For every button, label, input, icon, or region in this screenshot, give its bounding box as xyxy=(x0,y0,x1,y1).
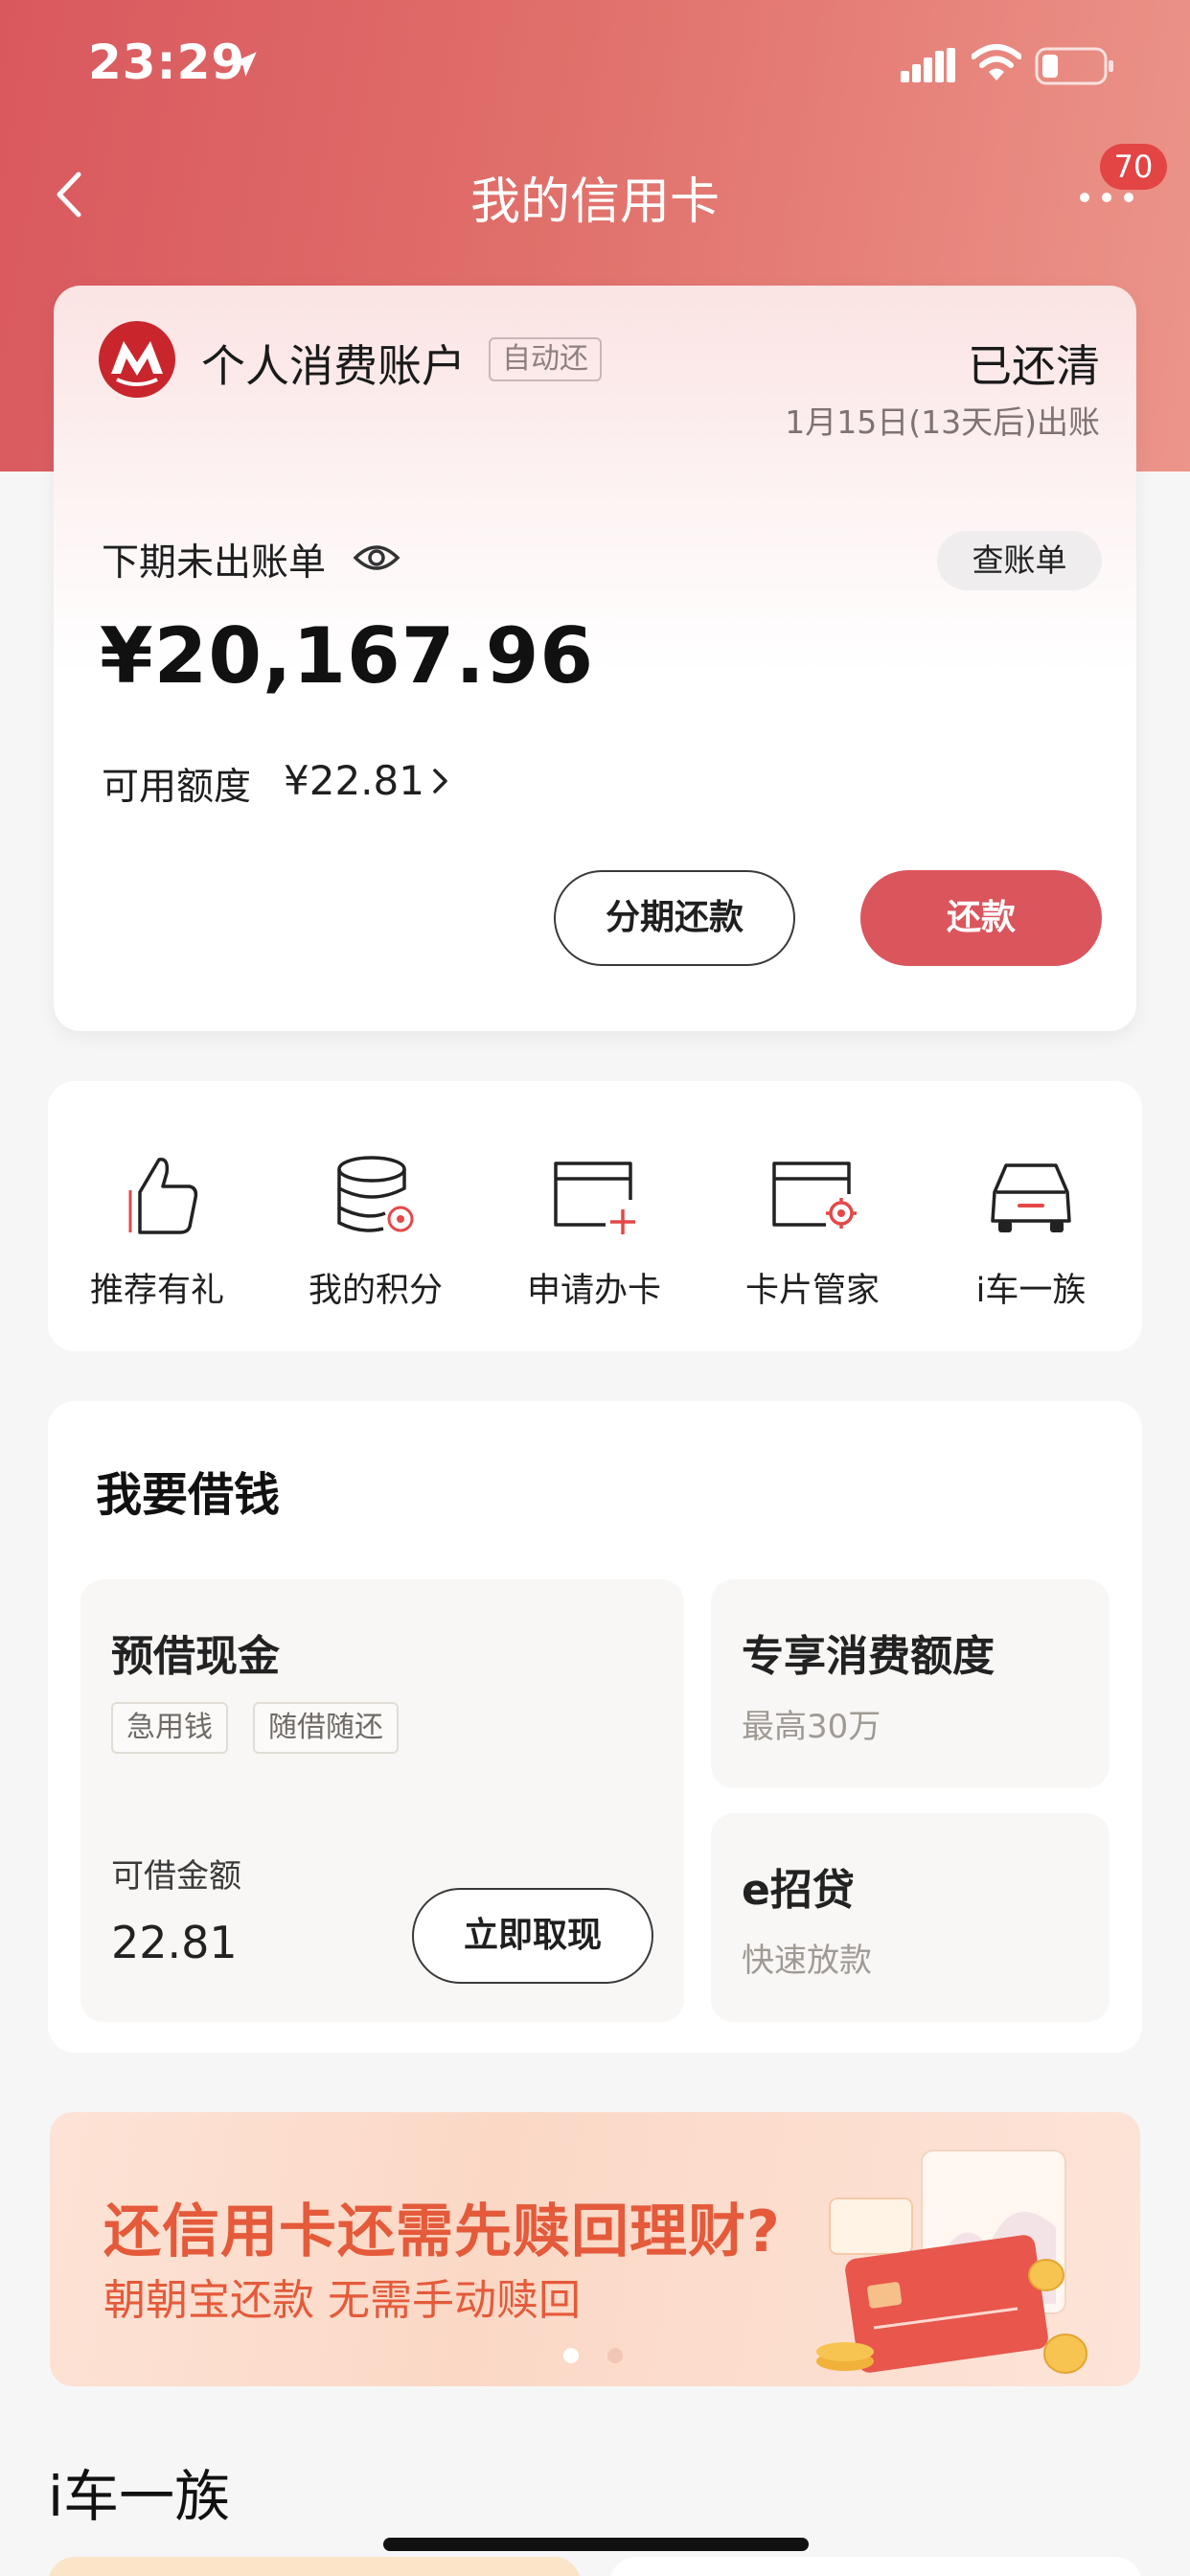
wifi-icon xyxy=(972,44,1021,80)
available-credit-value[interactable]: ¥22.81 xyxy=(284,757,424,804)
view-bill-button[interactable]: 查账单 xyxy=(937,531,1102,590)
chevron-right-icon[interactable] xyxy=(429,765,452,797)
section-title: 我要借钱 xyxy=(96,1468,281,1522)
tag-urgent: 急用钱 xyxy=(111,1702,228,1754)
location-arrow-icon xyxy=(232,52,257,77)
withdraw-now-button[interactable]: 立即取现 xyxy=(412,1888,653,1984)
coins-stack-icon xyxy=(337,1156,414,1232)
page-title: 我的信用卡 xyxy=(469,173,720,231)
borrowable-amount-label: 可借金额 xyxy=(111,1857,241,1896)
car-club-section-title: i车一族 xyxy=(48,2464,231,2529)
quick-entry-apply-card[interactable]: 申请办卡 xyxy=(485,1081,703,1351)
thumbs-up-icon xyxy=(128,1158,198,1234)
car-icon xyxy=(991,1163,1071,1232)
status-bar: 23:29 xyxy=(0,0,1190,134)
borrowable-amount-value: 22.81 xyxy=(111,1917,238,1968)
quick-entry-referral[interactable]: 推荐有礼 xyxy=(48,1081,266,1351)
banner-subtitle: 朝朝宝还款 无需手动赎回 xyxy=(103,2276,581,2325)
quick-entry-points[interactable]: 我的积分 xyxy=(266,1081,485,1351)
quick-entry-grid: 推荐有礼 我的积分 申请办卡 卡片管家 i车一族 xyxy=(48,1081,1142,1351)
available-credit-label: 可用额度 xyxy=(102,766,252,809)
car-club-card[interactable] xyxy=(48,2557,581,2576)
cash-advance-title: 预借现金 xyxy=(111,1632,280,1681)
quick-entry-card-manager[interactable]: 卡片管家 xyxy=(703,1081,922,1351)
consumption-credit-subtitle: 最高30万 xyxy=(742,1708,881,1746)
e-loan-panel[interactable]: e招贷 快速放款 xyxy=(711,1813,1110,2022)
quick-entry-label: 卡片管家 xyxy=(744,1272,880,1310)
quick-entry-label: 申请办卡 xyxy=(526,1272,661,1310)
credit-card-illustration xyxy=(816,2150,1087,2374)
unbilled-label: 下期未出账单 xyxy=(102,541,327,585)
quick-entry-car-club[interactable]: i车一族 xyxy=(922,1081,1140,1351)
installment-repay-button[interactable]: 分期还款 xyxy=(554,870,795,966)
quick-entry-label: 推荐有礼 xyxy=(89,1272,224,1310)
e-loan-title: e招贷 xyxy=(742,1866,855,1915)
auto-repay-tag: 自动还 xyxy=(489,337,602,381)
bank-logo-icon xyxy=(99,321,175,398)
carousel-dot[interactable] xyxy=(607,2348,623,2363)
battery-icon xyxy=(1035,47,1113,85)
e-loan-subtitle: 快速放款 xyxy=(742,1942,872,1980)
credit-account-card: 个人消费账户 自动还 已还清 1月15日(13天后)出账 下期未出账单 查账单 … xyxy=(54,286,1136,1031)
eye-icon[interactable] xyxy=(353,539,400,577)
consumption-credit-title: 专享消费额度 xyxy=(742,1632,995,1681)
card-settings-icon xyxy=(772,1162,857,1229)
repay-button[interactable]: 还款 xyxy=(860,870,1102,966)
promo-banner[interactable]: 还信用卡还需先赎回理财? 朝朝宝还款 无需手动赎回 xyxy=(50,2112,1140,2386)
bill-date: 1月15日(13天后)出账 xyxy=(785,403,1100,441)
quick-entry-label: i车一族 xyxy=(975,1272,1087,1310)
unbilled-amount: ¥20,167.96 xyxy=(100,611,595,701)
home-indicator[interactable] xyxy=(383,2538,809,2551)
card-add-icon xyxy=(554,1162,635,1234)
car-club-card[interactable] xyxy=(609,2557,1142,2576)
banner-title: 还信用卡还需先赎回理财? xyxy=(103,2198,781,2266)
account-name: 个人消费账户 xyxy=(201,340,466,392)
quick-entry-label: 我的积分 xyxy=(308,1272,443,1310)
account-status: 已还清 xyxy=(968,340,1100,392)
carousel-dot-active[interactable] xyxy=(563,2348,579,2363)
borrow-section: 我要借钱 预借现金 急用钱 随借随还 可借金额 22.81 立即取现 专享消费额… xyxy=(48,1401,1142,2053)
cellular-signal-icon xyxy=(901,48,955,82)
cash-advance-panel[interactable]: 预借现金 急用钱 随借随还 可借金额 22.81 立即取现 xyxy=(80,1579,684,2022)
consumption-credit-panel[interactable]: 专享消费额度 最高30万 xyxy=(711,1579,1110,1788)
status-time: 23:29 xyxy=(88,34,246,90)
message-count-badge: 70 xyxy=(1100,144,1167,190)
tag-flexible: 随借随还 xyxy=(253,1702,399,1754)
